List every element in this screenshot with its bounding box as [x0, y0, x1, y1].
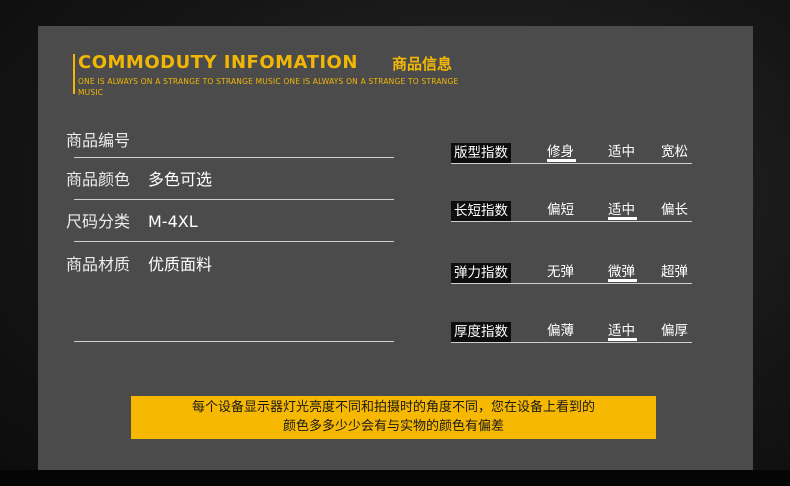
index-label-fit: 版型指数 [451, 143, 511, 163]
divider [451, 342, 692, 343]
index-option: 偏厚 [661, 323, 688, 339]
bottom-strip [0, 470, 790, 486]
spec-row-color: 商品颜色 多色可选 [66, 166, 212, 190]
divider [74, 157, 394, 158]
page-title-cn: 商品信息 [392, 55, 453, 73]
selected-indicator [608, 279, 637, 282]
selected-indicator [608, 338, 637, 341]
spec-label: 商品材质 [66, 255, 131, 274]
page-title: COMMODUTY INFOMATION [78, 52, 358, 73]
page-subtitle: ONE IS ALWAYS ON A STRANGE TO STRANGE MU… [78, 77, 459, 97]
divider [74, 199, 394, 200]
spec-label: 尺码分类 [66, 212, 131, 231]
index-option: 修身 [547, 144, 574, 160]
divider [74, 241, 394, 242]
index-label-length: 长短指数 [451, 201, 511, 221]
spec-value: 优质面料 [148, 255, 213, 274]
index-option: 偏长 [661, 202, 688, 218]
index-option: 宽松 [661, 144, 688, 160]
index-label-thickness: 厚度指数 [451, 322, 511, 342]
index-option: 超弹 [661, 264, 688, 280]
index-label-elasticity: 弹力指数 [451, 263, 511, 283]
index-option: 适中 [608, 202, 635, 218]
color-disclaimer: 每个设备显示器灯光亮度不同和拍摄时的角度不同，您在设备上看到的 颜色多多少少会有… [131, 396, 656, 439]
spec-value: M-4XL [148, 212, 198, 231]
divider [451, 221, 692, 222]
divider [451, 163, 692, 164]
spec-label: 商品颜色 [66, 170, 131, 189]
spec-label: 商品编号 [66, 131, 131, 150]
index-option: 偏薄 [547, 323, 574, 339]
index-option: 适中 [608, 323, 635, 339]
index-option: 微弹 [608, 264, 635, 280]
selected-indicator [547, 159, 576, 162]
index-option: 偏短 [547, 202, 574, 218]
index-option: 无弹 [547, 264, 574, 280]
disclaimer-line-1: 每个设备显示器灯光亮度不同和拍摄时的角度不同，您在设备上看到的 [191, 400, 595, 415]
spec-row-material: 商品材质 优质面料 [66, 251, 212, 275]
disclaimer-line-2: 颜色多多少少会有与实物的颜色有偏差 [282, 419, 504, 434]
title-accent-bar [73, 54, 75, 94]
selected-indicator [608, 217, 637, 220]
divider [451, 283, 692, 284]
index-option: 适中 [608, 144, 635, 160]
spec-row-number: 商品编号 [66, 127, 148, 151]
spec-row-size: 尺码分类 M-4XL [66, 208, 198, 232]
divider [74, 341, 394, 342]
spec-value: 多色可选 [148, 170, 213, 189]
